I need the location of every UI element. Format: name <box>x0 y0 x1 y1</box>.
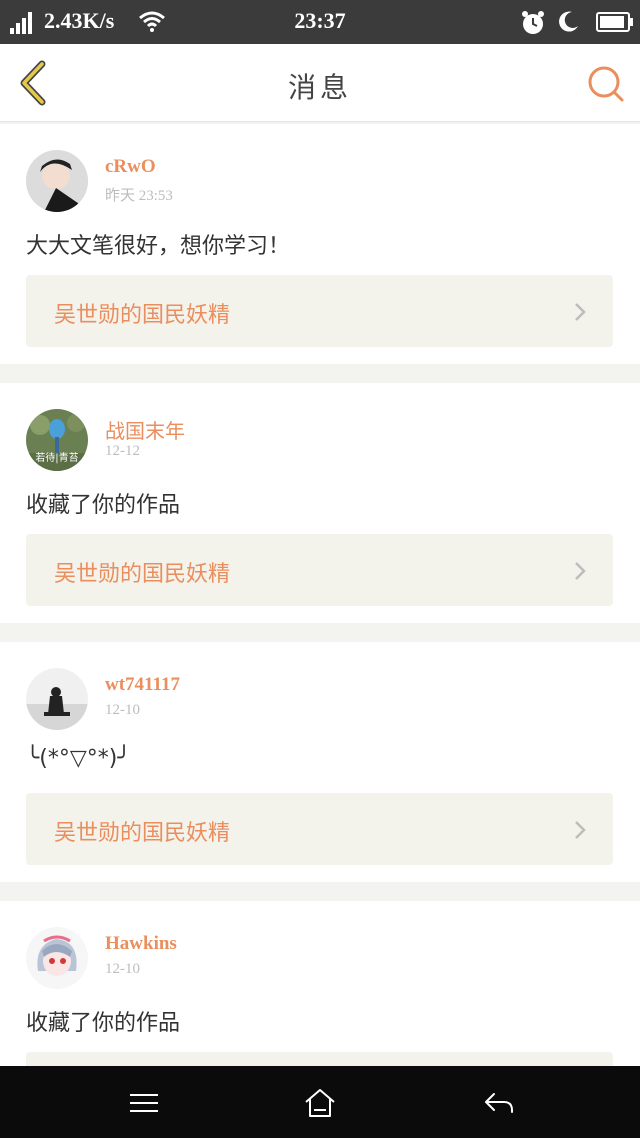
work-title: 吴世勋的国民妖精 <box>54 821 231 846</box>
timestamp: 12-10 <box>105 961 140 977</box>
message-text: 收藏了你的作品 <box>26 493 181 518</box>
chevron-right-icon <box>575 303 586 321</box>
username[interactable]: Hawkins <box>105 933 177 955</box>
search-icon[interactable] <box>584 62 628 106</box>
work-link[interactable]: 吴世勋的国民妖精 <box>26 793 613 865</box>
chevron-right-icon <box>575 562 586 580</box>
message-card: Hawkins 12-10 收藏了你的作品 <box>0 901 640 1066</box>
battery-icon <box>596 12 633 32</box>
avatar[interactable] <box>26 150 88 212</box>
username[interactable]: wt741117 <box>105 674 180 696</box>
message-card: wt741117 12-10 ╰(*°▽°*)╯ 吴世勋的国民妖精 <box>0 642 640 882</box>
alarm-icon <box>522 11 544 34</box>
work-link[interactable]: 吴世勋的国民妖精 <box>26 275 613 347</box>
message-card: 若待|青苔 战国末年 12-12 收藏了你的作品 吴世勋的国民妖精 <box>0 383 640 623</box>
avatar[interactable] <box>26 927 88 989</box>
menu-icon[interactable] <box>124 1086 164 1120</box>
timestamp: 12-10 <box>105 702 140 718</box>
nav-bar: 消息 <box>0 44 640 122</box>
page-title: 消息 <box>287 71 352 104</box>
work-link[interactable]: 吴世勋的国民妖精 <box>26 534 613 606</box>
timestamp: 昨天 23:53 <box>105 188 173 204</box>
timestamp: 12-12 <box>105 443 140 459</box>
work-link[interactable] <box>26 1052 613 1066</box>
message-card: cRwO 昨天 23:53 大大文笔很好，想你学习！ 吴世勋的国民妖精 <box>0 124 640 364</box>
chevron-right-icon <box>575 821 586 839</box>
avatar[interactable]: 若待|青苔 <box>26 409 88 471</box>
username[interactable]: 战国末年 <box>105 415 185 444</box>
message-text: ╰(*°▽°*)╯ <box>26 746 131 771</box>
home-icon[interactable] <box>300 1086 340 1120</box>
back-icon[interactable] <box>478 1086 518 1120</box>
system-nav-bar <box>0 1066 640 1138</box>
avatar-caption: 若待|青苔 <box>35 453 79 464</box>
moon-icon <box>559 11 578 32</box>
status-bar: 2.43K/s 23:37 <box>0 0 640 44</box>
work-title: 吴世勋的国民妖精 <box>54 562 231 587</box>
message-text: 收藏了你的作品 <box>26 1011 181 1036</box>
work-title: 吴世勋的国民妖精 <box>54 303 231 328</box>
username[interactable]: cRwO <box>105 156 156 178</box>
avatar[interactable] <box>26 668 88 730</box>
message-text: 大大文笔很好，想你学习！ <box>26 234 291 259</box>
